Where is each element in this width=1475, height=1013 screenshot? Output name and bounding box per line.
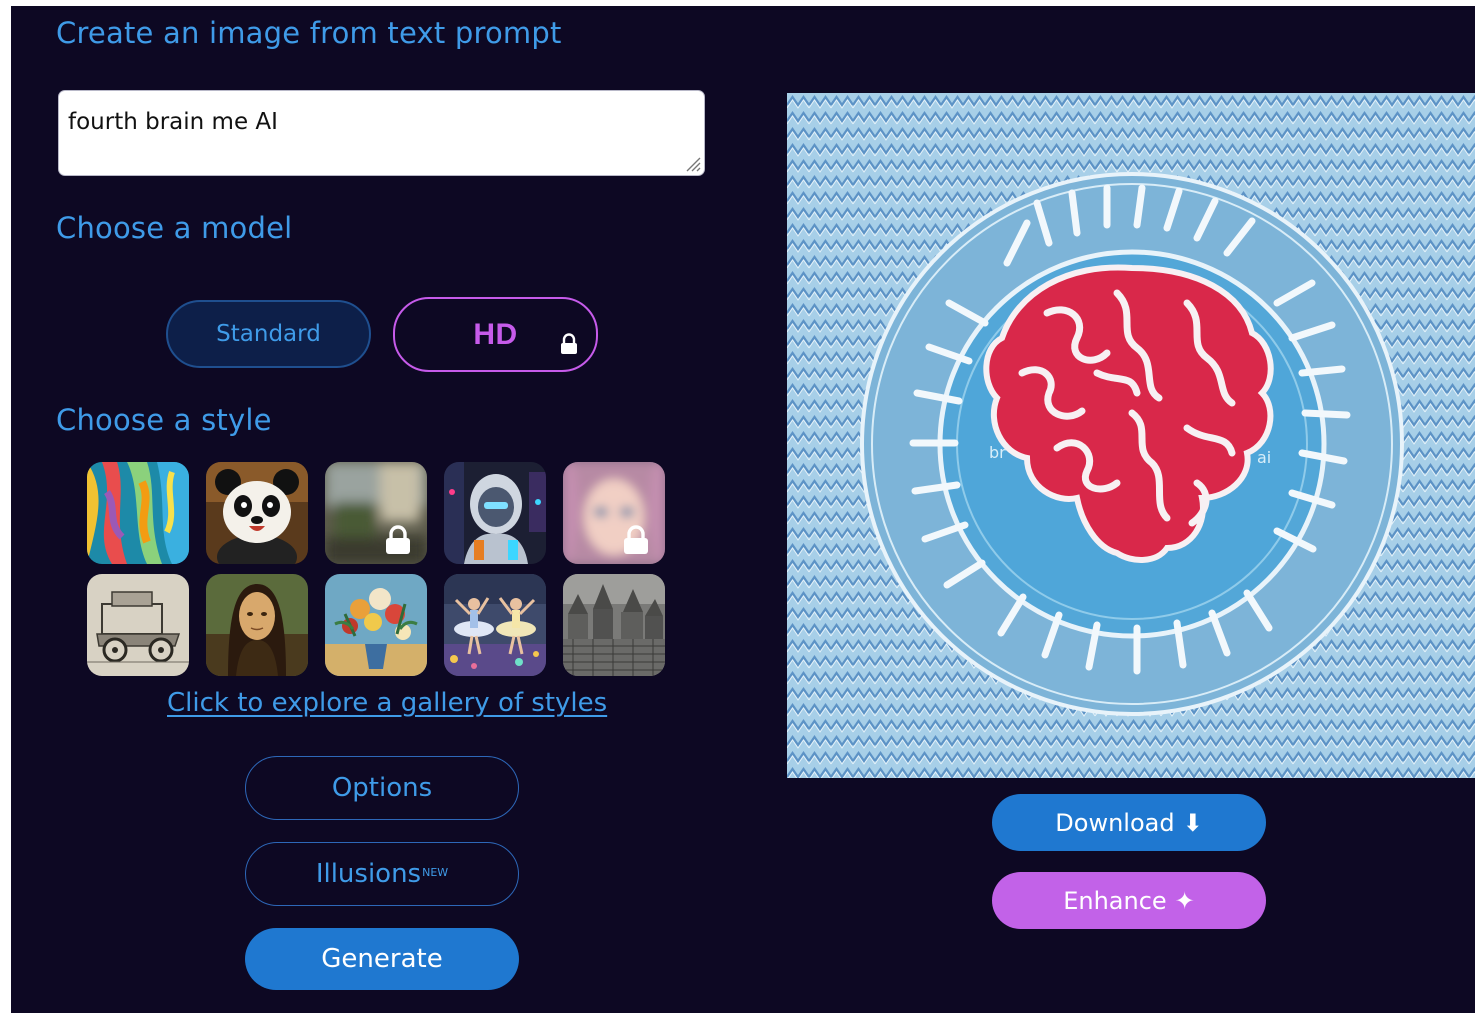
style-renaissance-portrait[interactable] bbox=[206, 574, 308, 676]
options-button[interactable]: Options bbox=[245, 756, 519, 820]
hd-model-button[interactable]: HD bbox=[393, 297, 598, 372]
svg-text:br: br bbox=[989, 443, 1006, 462]
generate-button-label: Generate bbox=[321, 944, 443, 974]
style-heading: Choose a style bbox=[56, 403, 272, 437]
create-heading: Create an image from text prompt bbox=[56, 16, 562, 50]
lock-icon bbox=[624, 525, 648, 554]
generate-button[interactable]: Generate bbox=[245, 928, 519, 990]
resize-grip-icon[interactable] bbox=[681, 152, 701, 172]
lock-icon bbox=[561, 333, 577, 354]
style-blurred-scene[interactable] bbox=[325, 462, 427, 564]
style-vintage-car-sketch[interactable] bbox=[87, 574, 189, 676]
prompt-text[interactable]: fourth brain me AI bbox=[68, 109, 695, 135]
enhance-button-label: Enhance bbox=[1063, 886, 1167, 915]
illusions-button[interactable]: Illusions NEW bbox=[245, 842, 519, 906]
enhance-button[interactable]: Enhance ✦ bbox=[992, 872, 1266, 929]
prompt-input[interactable]: fourth brain me AI bbox=[58, 90, 705, 176]
standard-model-button[interactable]: Standard bbox=[166, 300, 371, 368]
style-abstract-paint[interactable] bbox=[87, 462, 189, 564]
style-ballet-dancers[interactable] bbox=[444, 574, 546, 676]
download-button[interactable]: Download ⬇ bbox=[992, 794, 1266, 851]
svg-text:ai: ai bbox=[1257, 448, 1271, 467]
sparkle-icon: ✦ bbox=[1174, 886, 1195, 915]
gallery-of-styles-link[interactable]: Click to explore a gallery of styles bbox=[167, 688, 607, 718]
style-city-etching[interactable] bbox=[563, 574, 665, 676]
lock-icon bbox=[386, 525, 410, 554]
generated-image: br ai bbox=[787, 93, 1475, 778]
download-arrow-icon: ⬇ bbox=[1182, 808, 1203, 837]
illusions-button-label: Illusions bbox=[315, 859, 422, 889]
download-button-label: Download bbox=[1055, 808, 1175, 837]
app-container: Create an image from text prompt fourth … bbox=[11, 6, 1475, 1013]
style-panda[interactable] bbox=[206, 462, 308, 564]
model-heading: Choose a model bbox=[56, 211, 293, 245]
style-anime-portrait[interactable] bbox=[563, 462, 665, 564]
options-button-label: Options bbox=[331, 773, 433, 803]
new-badge: NEW bbox=[422, 865, 449, 879]
style-robot[interactable] bbox=[444, 462, 546, 564]
standard-model-label: Standard bbox=[216, 321, 321, 347]
style-flower-vase[interactable] bbox=[325, 574, 427, 676]
hd-model-label: HD bbox=[473, 317, 518, 351]
